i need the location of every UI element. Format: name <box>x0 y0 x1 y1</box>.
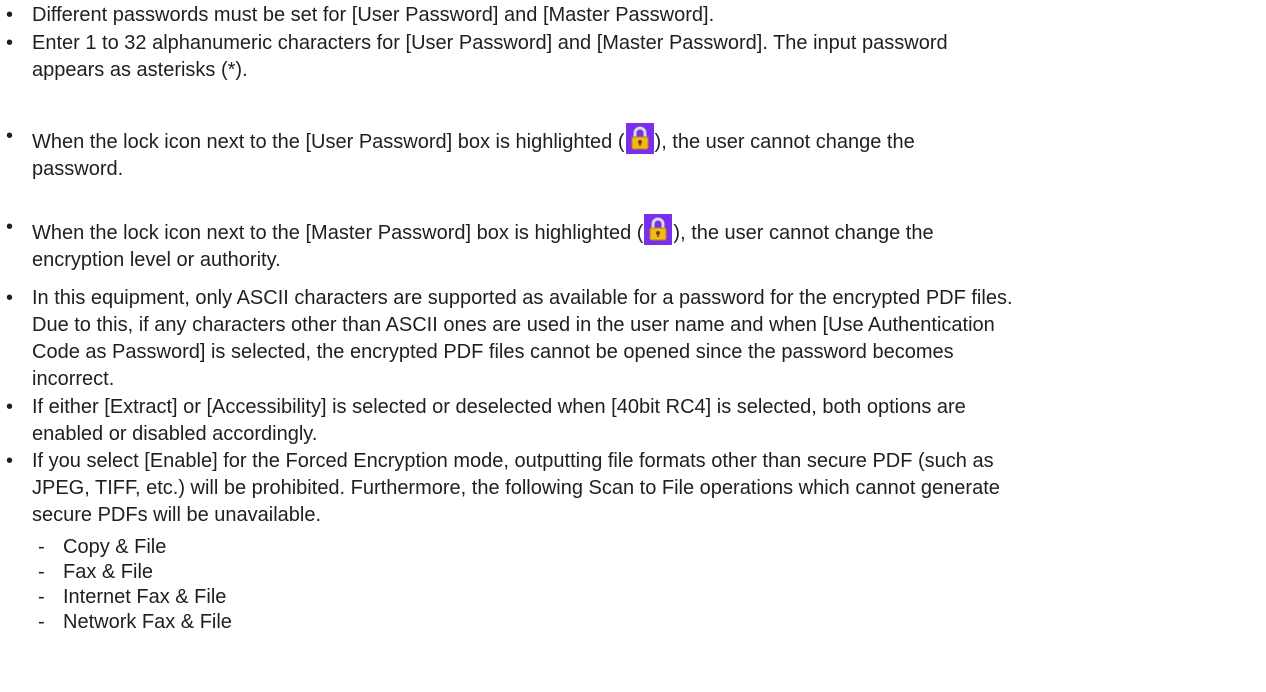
padlock-icon <box>625 123 654 154</box>
note-text-line: appears as asterisks (*). <box>32 59 248 81</box>
note-item: • Different passwords must be set for [U… <box>0 2 1222 29</box>
list-item-text: Copy & File <box>63 536 167 558</box>
dash-marker: - <box>38 611 45 633</box>
note-item: • When the lock icon next to the [User P… <box>0 123 1222 183</box>
note-item: • When the lock icon next to the [Master… <box>0 214 1222 274</box>
note-item: • If either [Extract] or [Accessibility]… <box>0 394 1222 448</box>
note-text-line: Code as Password] is selected, the encry… <box>32 341 954 363</box>
list-item-text: Network Fax & File <box>63 611 232 633</box>
note-text-line: If either [Extract] or [Accessibility] i… <box>32 396 966 418</box>
bullet-marker: • <box>6 32 14 54</box>
bullet-marker: • <box>6 287 14 309</box>
note-text-line: incorrect. <box>32 368 115 390</box>
list-item-text: Internet Fax & File <box>63 586 227 608</box>
list-item: - Fax & File <box>0 560 1266 585</box>
bullet-marker: • <box>6 4 14 26</box>
list-item: - Copy & File <box>0 535 1266 560</box>
list-item: - Network Fax & File <box>0 610 1266 635</box>
note-text-line: When the lock icon next to the [Master P… <box>32 214 1222 247</box>
note-text: Different passwords must be set for [Use… <box>32 4 715 26</box>
note-item: • In this equipment, only ASCII characte… <box>0 285 1222 393</box>
bullet-marker: • <box>6 396 14 418</box>
note-item: • If you select [Enable] for the Forced … <box>0 448 1222 529</box>
note-text-line: Due to this, if any characters other tha… <box>32 314 995 336</box>
dash-marker: - <box>38 536 45 558</box>
bullet-marker: • <box>6 125 14 147</box>
note-text-line: If you select [Enable] for the Forced En… <box>32 450 994 472</box>
bullet-marker: • <box>6 216 14 238</box>
note-text-line: In this equipment, only ASCII characters… <box>32 287 1013 309</box>
bullet-marker: • <box>6 450 14 472</box>
note-text-line: When the lock icon next to the [User Pas… <box>32 123 1222 156</box>
dash-marker: - <box>38 586 45 608</box>
note-item: • Enter 1 to 32 alphanumeric characters … <box>0 30 1222 84</box>
note-text-line: enabled or disabled accordingly. <box>32 423 318 445</box>
list-item-text: Fax & File <box>63 561 154 583</box>
note-text-segment: When the lock icon next to the [Master P… <box>32 222 644 244</box>
dash-marker: - <box>38 561 45 583</box>
padlock-icon <box>644 214 673 245</box>
note-text-line: encryption level or authority. <box>32 249 281 271</box>
note-text-line: password. <box>32 158 124 180</box>
note-text-line: Enter 1 to 32 alphanumeric characters fo… <box>32 32 948 54</box>
note-text-segment: When the lock icon next to the [User Pas… <box>32 131 625 153</box>
unavailable-operations-list: - Copy & File - Fax & File - Internet Fa… <box>0 535 1266 635</box>
note-text-line: JPEG, TIFF, etc.) will be prohibited. Fu… <box>32 477 1000 499</box>
note-text-segment: ), the user cannot change the <box>673 222 934 244</box>
note-text-line: secure PDFs will be unavailable. <box>32 504 322 526</box>
list-item: - Internet Fax & File <box>0 585 1266 610</box>
note-text-segment: ), the user cannot change the <box>654 131 915 153</box>
